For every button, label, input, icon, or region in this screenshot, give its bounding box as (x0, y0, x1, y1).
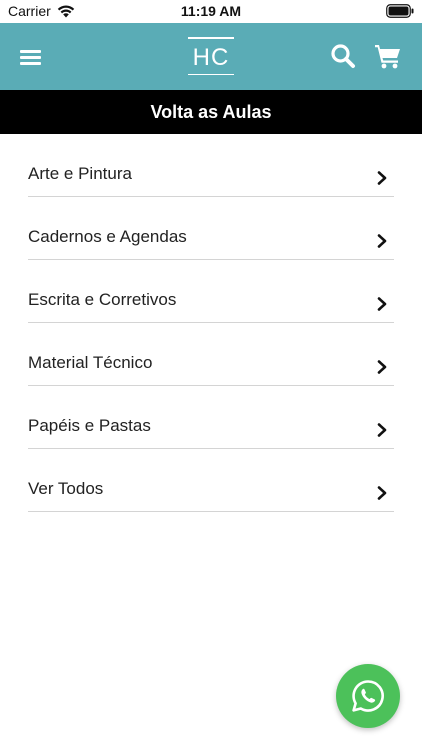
category-item-material-tecnico[interactable]: Material Técnico (28, 323, 394, 386)
menu-button[interactable] (20, 43, 48, 71)
menu-icon (20, 49, 41, 53)
category-item-cadernos-e-agendas[interactable]: Cadernos e Agendas (28, 197, 394, 260)
battery-icon (386, 4, 414, 18)
search-button[interactable] (330, 43, 356, 69)
category-item-ver-todos[interactable]: Ver Todos (28, 449, 394, 512)
clock: 11:19 AM (180, 3, 242, 19)
chevron-right-icon (377, 171, 387, 185)
search-icon (331, 44, 355, 68)
category-list: Arte e Pintura Cadernos e Agendas Escrit… (28, 134, 394, 512)
category-label: Cadernos e Agendas (28, 227, 187, 246)
category-label: Material Técnico (28, 353, 153, 372)
cart-icon (375, 45, 400, 69)
chevron-right-icon (377, 234, 387, 248)
brand-logo[interactable]: HC (188, 37, 234, 75)
category-item-papeis-e-pastas[interactable]: Papéis e Pastas (28, 386, 394, 449)
app-header: HC (0, 23, 422, 90)
whatsapp-icon (352, 680, 384, 712)
chevron-right-icon (377, 486, 387, 500)
whatsapp-button[interactable] (336, 664, 400, 728)
status-bar: Carrier 11:19 AM (0, 0, 422, 23)
section-title: Volta as Aulas (150, 102, 272, 122)
chevron-right-icon (377, 423, 387, 437)
category-label: Papéis e Pastas (28, 416, 151, 435)
chevron-right-icon (377, 297, 387, 311)
cart-button[interactable] (374, 43, 402, 69)
section-title-bar: Volta as Aulas (0, 90, 422, 134)
category-label: Arte e Pintura (28, 164, 132, 183)
category-item-arte-e-pintura[interactable]: Arte e Pintura (28, 134, 394, 197)
category-item-escrita-e-corretivos[interactable]: Escrita e Corretivos (28, 260, 394, 323)
chevron-right-icon (377, 360, 387, 374)
logo-text: HC (192, 44, 230, 71)
category-label: Escrita e Corretivos (28, 290, 177, 309)
category-label: Ver Todos (28, 479, 104, 498)
